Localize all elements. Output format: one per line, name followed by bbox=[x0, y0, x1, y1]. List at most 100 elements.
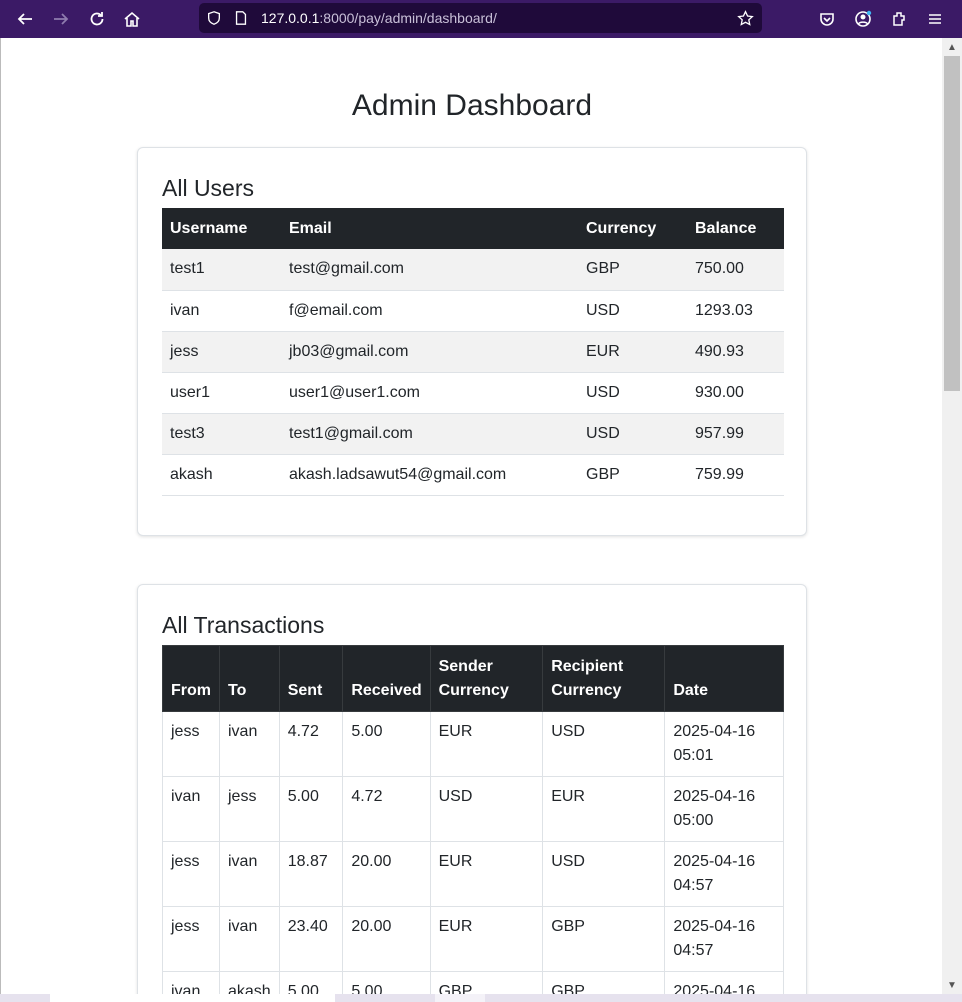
table-cell: jb03@gmail.com bbox=[281, 331, 578, 373]
user-row: test3 test1@gmail.com USD 957.99 bbox=[162, 413, 784, 455]
url-text[interactable]: 127.0.0.1:8000/pay/admin/dashboard/ bbox=[261, 10, 497, 26]
table-cell: akash bbox=[162, 454, 281, 496]
table-cell: USD bbox=[542, 841, 666, 907]
table-cell: EUR bbox=[542, 776, 666, 842]
forward-arrow-icon[interactable] bbox=[49, 7, 73, 31]
menu-icon[interactable] bbox=[923, 7, 947, 31]
account-icon[interactable] bbox=[851, 7, 875, 31]
browser-toolbar: 127.0.0.1:8000/pay/admin/dashboard/ bbox=[0, 0, 962, 38]
transaction-row: jess ivan 18.87 20.00 EUR USD 2025-04-16 04:57 bbox=[162, 841, 784, 907]
url-host: 127.0.0.1 bbox=[261, 10, 320, 26]
table-cell: 750.00 bbox=[687, 249, 784, 291]
table-cell: 2025-04-16 05:01 bbox=[664, 711, 784, 777]
table-cell: 5.00 bbox=[342, 711, 431, 777]
extensions-icon[interactable] bbox=[887, 7, 911, 31]
table-cell: GBP bbox=[578, 249, 687, 291]
bottom-strip-segment bbox=[50, 994, 335, 1002]
table-cell: jess bbox=[219, 776, 280, 842]
table-cell: EUR bbox=[429, 906, 544, 972]
table-cell: GBP bbox=[542, 971, 666, 994]
transaction-row: ivan jess 5.00 4.72 USD EUR 2025-04-16 05:00 bbox=[162, 776, 784, 842]
column-header: Received bbox=[342, 645, 431, 712]
transactions-card: All Transactions From To Sent Received S… bbox=[137, 584, 807, 994]
table-cell: 18.87 bbox=[278, 841, 344, 907]
bottom-strip-segment bbox=[435, 994, 485, 1002]
table-cell: USD bbox=[542, 711, 666, 777]
table-cell: akash.ladsawut54@gmail.com bbox=[281, 454, 578, 496]
column-header: Date bbox=[664, 645, 784, 712]
column-header: Recipient Currency bbox=[542, 645, 666, 712]
column-header: Email bbox=[281, 208, 578, 249]
scrollbar-thumb[interactable] bbox=[944, 56, 960, 391]
users-table: Username Email Currency Balance test1 tes… bbox=[162, 208, 784, 496]
user-row: user1 user1@user1.com USD 930.00 bbox=[162, 372, 784, 414]
users-card: All Users Username Email Currency Balanc… bbox=[137, 147, 807, 536]
table-cell: USD bbox=[578, 290, 687, 332]
table-cell: ivan bbox=[219, 906, 280, 972]
table-cell: 957.99 bbox=[687, 413, 784, 455]
table-cell: GBP bbox=[542, 906, 666, 972]
url-path: :8000/pay/admin/dashboard/ bbox=[319, 10, 497, 26]
table-cell: test1 bbox=[162, 249, 281, 291]
table-cell: ivan bbox=[162, 290, 281, 332]
home-icon[interactable] bbox=[120, 7, 144, 31]
table-cell: test1@gmail.com bbox=[281, 413, 578, 455]
users-heading: All Users bbox=[162, 175, 255, 201]
vertical-scrollbar[interactable]: ▲ ▼ bbox=[942, 38, 962, 994]
table-cell: 20.00 bbox=[342, 906, 431, 972]
transaction-row: jess ivan 4.72 5.00 EUR USD 2025-04-16 05:01 bbox=[162, 711, 784, 777]
user-row: jess jb03@gmail.com EUR 490.93 bbox=[162, 331, 784, 373]
user-row: akash akash.ladsawut54@gmail.com GBP 759.99 bbox=[162, 454, 784, 496]
table-cell: jess bbox=[162, 711, 220, 777]
table-cell: ivan bbox=[162, 971, 220, 994]
address-bar[interactable]: 127.0.0.1:8000/pay/admin/dashboard/ bbox=[199, 3, 762, 33]
table-cell: EUR bbox=[578, 331, 687, 373]
column-header: To bbox=[219, 645, 280, 712]
table-cell: ivan bbox=[162, 776, 220, 842]
column-header: Username bbox=[162, 208, 281, 249]
reload-icon[interactable] bbox=[85, 7, 109, 31]
table-cell: EUR bbox=[429, 711, 544, 777]
table-cell: test3 bbox=[162, 413, 281, 455]
column-header: Currency bbox=[578, 208, 687, 249]
transactions-table: From To Sent Received Sender Currency Re… bbox=[162, 645, 784, 994]
table-cell: USD bbox=[578, 372, 687, 414]
column-header: From bbox=[162, 645, 220, 712]
scroll-down-arrow-icon[interactable]: ▼ bbox=[945, 978, 959, 992]
table-cell: 23.40 bbox=[278, 906, 344, 972]
table-cell: 759.99 bbox=[687, 454, 784, 496]
page-info-icon[interactable] bbox=[232, 9, 250, 27]
column-header: Sent bbox=[278, 645, 344, 712]
user-row: test1 test@gmail.com GBP 750.00 bbox=[162, 249, 784, 291]
table-cell: jess bbox=[162, 841, 220, 907]
table-cell: 5.00 bbox=[278, 776, 344, 842]
table-cell: 4.72 bbox=[342, 776, 431, 842]
table-cell: ivan bbox=[219, 711, 280, 777]
transaction-row: jess ivan 23.40 20.00 EUR GBP 2025-04-16 04:57 bbox=[162, 906, 784, 972]
table-cell: 20.00 bbox=[342, 841, 431, 907]
table-cell: jess bbox=[162, 906, 220, 972]
pocket-icon[interactable] bbox=[815, 7, 839, 31]
table-cell: f@email.com bbox=[281, 290, 578, 332]
table-cell: ivan bbox=[219, 841, 280, 907]
bottom-strip bbox=[0, 994, 962, 1002]
table-cell: GBP bbox=[578, 454, 687, 496]
table-cell: 2025-04-16 bbox=[664, 971, 784, 994]
shield-icon[interactable] bbox=[205, 9, 223, 27]
table-cell: 1293.03 bbox=[687, 290, 784, 332]
scroll-up-arrow-icon[interactable]: ▲ bbox=[945, 40, 959, 54]
bookmark-star-icon[interactable] bbox=[736, 9, 754, 27]
table-cell: USD bbox=[578, 413, 687, 455]
users-header-row: Username Email Currency Balance bbox=[162, 208, 784, 249]
table-cell: user1@user1.com bbox=[281, 372, 578, 414]
table-cell: 2025-04-16 05:00 bbox=[664, 776, 784, 842]
page-viewport: Admin Dashboard All Users Username Email… bbox=[0, 38, 942, 994]
table-cell: akash bbox=[219, 971, 280, 994]
back-arrow-icon[interactable] bbox=[13, 7, 37, 31]
table-cell: GBP bbox=[429, 971, 544, 994]
table-cell: EUR bbox=[429, 841, 544, 907]
table-cell: 5.00 bbox=[278, 971, 344, 994]
table-cell: user1 bbox=[162, 372, 281, 414]
table-cell: 4.72 bbox=[278, 711, 344, 777]
column-header: Sender Currency bbox=[429, 645, 544, 712]
